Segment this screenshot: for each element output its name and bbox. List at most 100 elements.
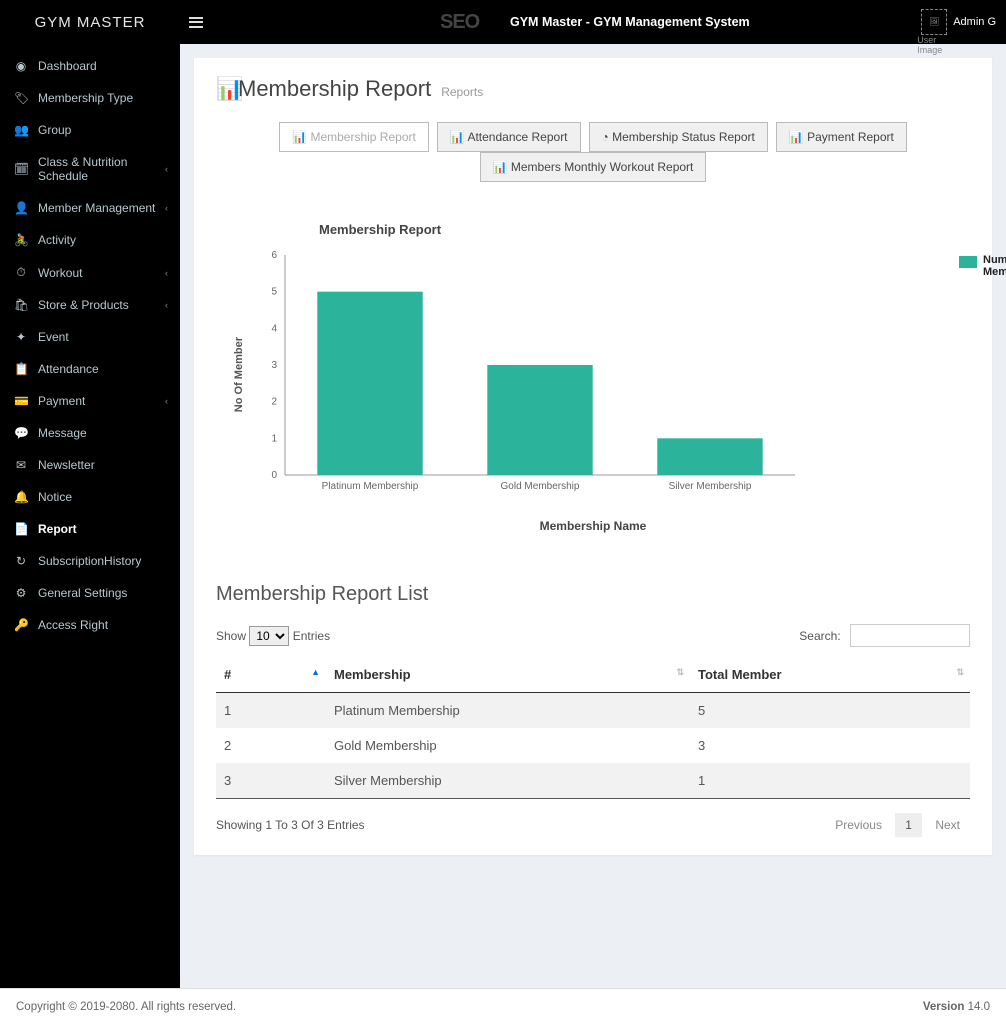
sidebar-item-dashboard[interactable]: ◉Dashboard — [0, 50, 180, 82]
tab-payment-report[interactable]: 📊 Payment Report — [776, 122, 907, 152]
tab-members-monthly-workout-report[interactable]: 📊 Members Monthly Workout Report — [480, 152, 707, 182]
chart-xlabel: Membership Name — [233, 519, 953, 533]
table-info: Showing 1 To 3 Of 3 Entries — [216, 818, 365, 832]
bar-chart-icon: 📊 — [292, 130, 307, 144]
menu-icon: 🔑 — [14, 618, 28, 632]
page-size-select[interactable]: 10 — [249, 626, 289, 646]
menu-icon: 📋 — [14, 362, 28, 376]
sidebar-item-attendance[interactable]: 📋Attendance — [0, 353, 180, 385]
menu-icon: 🛍 — [14, 298, 28, 312]
bar-chart-icon: ◔ — [602, 130, 609, 144]
table-row: 1Platinum Membership5 — [216, 693, 970, 729]
svg-text:Gold Membership: Gold Membership — [501, 481, 580, 492]
svg-text:4: 4 — [271, 323, 277, 334]
menu-icon: 🔔 — [14, 490, 28, 504]
menu-icon: ◉ — [14, 59, 28, 73]
chart-legend: Number Of Member — [959, 254, 1006, 278]
sidebar-item-general-settings[interactable]: ⚙General Settings — [0, 577, 180, 609]
svg-text:Silver Membership: Silver Membership — [669, 481, 752, 492]
menu-icon: 💬 — [14, 426, 28, 440]
avatar-broken-icon: 🖼 — [921, 9, 947, 35]
chevron-left-icon: ‹ — [165, 268, 168, 278]
bar-chart-icon: 📊 — [450, 130, 465, 144]
topbar: GYM MASTER SEO GYM Master - GYM Manageme… — [0, 0, 1006, 44]
user-menu[interactable]: 🖼 User Image Admin G — [921, 9, 996, 35]
chevron-left-icon: ‹ — [165, 164, 168, 174]
menu-icon: ⚙ — [14, 586, 28, 600]
tab-attendance-report[interactable]: 📊 Attendance Report — [437, 122, 581, 152]
sidebar-item-notice[interactable]: 🔔Notice — [0, 481, 180, 513]
sidebar-item-access-right[interactable]: 🔑Access Right — [0, 609, 180, 641]
menu-icon: 👤 — [14, 201, 28, 215]
svg-text:0: 0 — [271, 470, 277, 481]
chart-canvas: 0 1 2 3 4 5 6 Platinum Membership Gold Membershi… — [245, 245, 805, 505]
svg-text:6: 6 — [271, 250, 277, 261]
menu-icon: 🗓 — [14, 162, 28, 176]
app-title: GYM Master - GYM Management System — [510, 15, 750, 29]
menu-icon: 🚴 — [14, 233, 28, 247]
list-title: Membership Report List — [216, 583, 970, 606]
menu-icon: 💳 — [14, 394, 28, 408]
brand-logo[interactable]: GYM MASTER — [0, 14, 180, 31]
footer: Copyright © 2019-2080. All rights reserv… — [0, 988, 1006, 1025]
pagination: Previous 1 Next — [825, 813, 970, 837]
svg-text:Platinum Membership: Platinum Membership — [322, 481, 419, 492]
sidebar-toggle-icon[interactable] — [186, 14, 206, 30]
breadcrumb: Reports — [441, 85, 483, 99]
sidebar-item-membership-type[interactable]: 🏷Membership Type — [0, 82, 180, 114]
menu-icon: ⏱ — [14, 265, 28, 280]
chevron-left-icon: ‹ — [165, 203, 168, 213]
page-title: 📊 Membership Report — [216, 76, 431, 102]
menu-icon: ↻ — [14, 554, 28, 568]
prev-button[interactable]: Previous — [825, 813, 892, 837]
sidebar-item-subscriptionhistory[interactable]: ↻SubscriptionHistory — [0, 545, 180, 577]
bar-chart-icon: 📊 — [493, 160, 508, 174]
sidebar-item-group[interactable]: 👥Group — [0, 114, 180, 146]
sort-icon: ⇅ — [676, 667, 684, 678]
sidebar-item-report[interactable]: 📄Report — [0, 513, 180, 545]
tab-membership-status-report[interactable]: ◔ Membership Status Report — [589, 122, 768, 152]
report-table: #▲ Membership⇅ Total Member⇅ 1Platinum M… — [216, 657, 970, 799]
sidebar-item-store-products[interactable]: 🛍Store & Products‹ — [0, 289, 180, 321]
table-row: 2Gold Membership3 — [216, 728, 970, 763]
svg-text:1: 1 — [271, 433, 277, 444]
chevron-left-icon: ‹ — [165, 396, 168, 406]
sort-icon: ⇅ — [956, 667, 964, 678]
seo-placeholder: SEO — [440, 11, 479, 34]
page-current[interactable]: 1 — [895, 813, 922, 837]
menu-icon: 📄 — [14, 522, 28, 536]
sidebar-item-newsletter[interactable]: ✉Newsletter — [0, 449, 180, 481]
sidebar: ◉Dashboard🏷Membership Type👥Group🗓Class &… — [0, 44, 180, 988]
sidebar-item-class-nutrition-schedule[interactable]: 🗓Class & Nutrition Schedule‹ — [0, 146, 180, 192]
bar-chart-icon: 📊 — [789, 130, 804, 144]
report-tabs: 📊 Membership Report 📊 Attendance Report ◔ … — [216, 122, 970, 182]
sidebar-item-payment[interactable]: 💳Payment‹ — [0, 385, 180, 417]
menu-icon: 🏷 — [14, 91, 28, 105]
bar-chart-icon: 📊 — [216, 76, 230, 102]
col-index[interactable]: #▲ — [216, 657, 326, 693]
chart: Membership Report No Of Member 0123456Pl… — [233, 222, 953, 533]
menu-icon: 👥 — [14, 123, 28, 137]
next-button[interactable]: Next — [925, 813, 970, 837]
page-size-control: Show 10 Entries — [216, 626, 330, 646]
menu-icon: ✉ — [14, 458, 28, 472]
svg-text:2: 2 — [271, 397, 277, 408]
sidebar-item-message[interactable]: 💬Message — [0, 417, 180, 449]
menu-icon: ✦ — [14, 330, 28, 344]
svg-text:3: 3 — [271, 360, 277, 371]
col-total[interactable]: Total Member⇅ — [690, 657, 970, 693]
sidebar-item-activity[interactable]: 🚴Activity — [0, 224, 180, 256]
table-row: 3Silver Membership1 — [216, 763, 970, 799]
col-membership[interactable]: Membership⇅ — [326, 657, 690, 693]
legend-swatch — [959, 256, 977, 268]
sidebar-item-workout[interactable]: ⏱Workout‹ — [0, 256, 180, 289]
tab-membership-report: 📊 Membership Report — [279, 122, 429, 152]
search-input[interactable] — [850, 624, 970, 647]
sort-asc-icon: ▲ — [311, 667, 320, 677]
sidebar-item-event[interactable]: ✦Event — [0, 321, 180, 353]
svg-text:5: 5 — [271, 287, 277, 298]
chart-ylabel: No Of Member — [233, 337, 245, 412]
main: 📊 Membership Report Reports 📊 Membership… — [180, 44, 1006, 988]
search-control: Search: — [799, 624, 970, 647]
sidebar-item-member-management[interactable]: 👤Member Management‹ — [0, 192, 180, 224]
